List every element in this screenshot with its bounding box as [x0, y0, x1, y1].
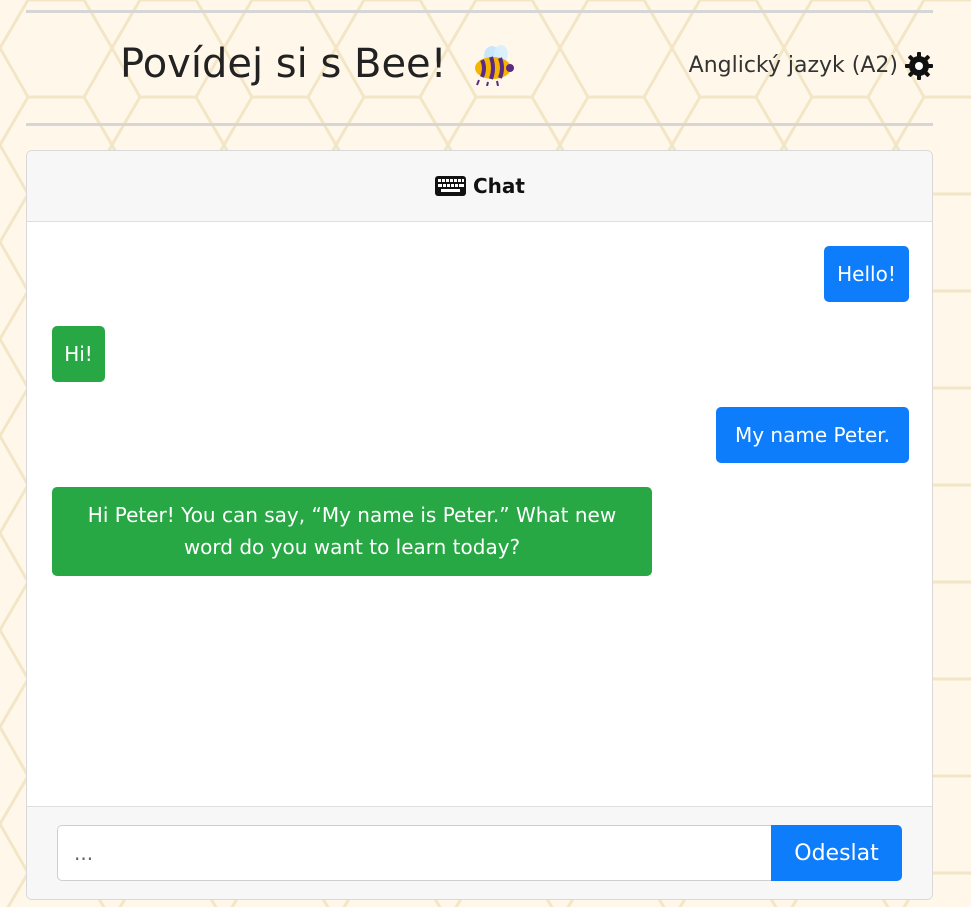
chat-card: Chat Hello! Hi! My name Peter. Hi Peter!… — [26, 150, 933, 900]
chat-title: Chat — [473, 174, 525, 198]
language-settings[interactable]: Anglický jazyk (A2) — [689, 48, 934, 84]
header-top-divider — [26, 10, 933, 13]
chat-message-bot: Hi Peter! You can say, “My name is Peter… — [52, 487, 652, 576]
gear-icon[interactable] — [904, 51, 934, 81]
message-input[interactable] — [57, 825, 772, 881]
chat-message-user: Hello! — [824, 246, 909, 302]
send-button[interactable]: Odeslat — [771, 825, 902, 881]
chat-card-header: Chat — [27, 151, 932, 222]
header-bottom-divider — [26, 123, 933, 126]
bee-icon — [475, 45, 514, 86]
language-label: Anglický jazyk (A2) — [688, 53, 898, 78]
page-title: Povídej si s Bee! — [120, 41, 447, 87]
chat-messages: Hello! Hi! My name Peter. Hi Peter! You … — [27, 222, 932, 805]
chat-message-user: My name Peter. — [716, 407, 909, 463]
chat-composer: Odeslat — [27, 806, 932, 899]
chat-message-bot: Hi! — [52, 326, 105, 382]
keyboard-icon — [435, 176, 466, 196]
